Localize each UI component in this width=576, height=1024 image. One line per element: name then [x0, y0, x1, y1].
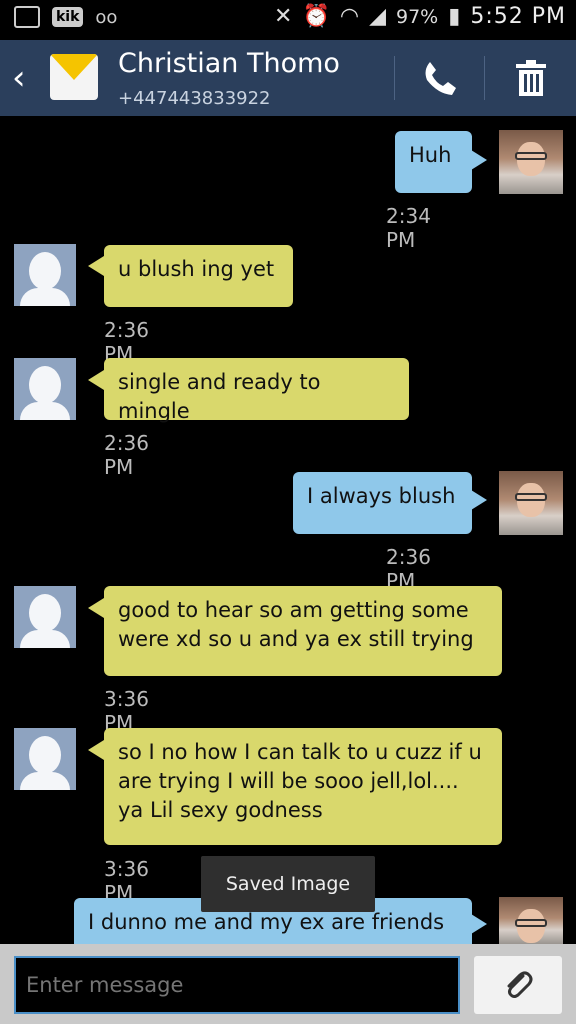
message-bubble[interactable]: Huh [395, 131, 472, 193]
kik-icon: kik [52, 7, 84, 27]
message-bubble[interactable]: I always blush [293, 472, 472, 534]
message-time: 2:34 PM [386, 204, 431, 252]
status-bar: kik oo ✕ ⏰ ◠ ◢ 97% ▮ 5:52 PM [0, 0, 576, 40]
phone-icon[interactable] [420, 58, 460, 98]
avatar [14, 244, 76, 306]
avatar [499, 130, 563, 194]
voicemail-icon: oo [95, 6, 118, 28]
avatar [499, 897, 563, 944]
toast-saved-image: Saved Image [201, 856, 375, 912]
contact-number: +447443833922 [118, 88, 271, 109]
paperclip-icon [507, 971, 533, 998]
attach-button[interactable] [474, 956, 562, 1014]
avatar [14, 358, 76, 420]
trash-icon[interactable] [512, 58, 550, 98]
signal-icon: ◢ [369, 4, 386, 29]
composer-bar [0, 944, 576, 1024]
avatar [14, 586, 76, 648]
status-time: 5:52 PM [470, 4, 566, 29]
battery-percent: 97% [396, 5, 439, 28]
message-bubble[interactable]: u blush ing yet [104, 245, 293, 307]
header-divider [484, 56, 485, 100]
gallery-icon [14, 6, 40, 28]
message-bubble[interactable]: single and ready to mingle [104, 358, 409, 423]
message-time: 2:36 PM [104, 431, 149, 479]
message-bubble[interactable]: good to hear so am getting some were xd … [104, 586, 502, 676]
alarm-icon: ⏰ [302, 4, 330, 29]
wifi-icon: ◠ [339, 4, 360, 29]
message-bubble[interactable]: so I no how I can talk to u cuzz if u ar… [104, 728, 502, 845]
contact-name: Christian Thomo [118, 48, 340, 79]
message-input[interactable] [14, 956, 460, 1014]
avatar [499, 471, 563, 535]
back-icon[interactable]: ‹ [12, 58, 26, 98]
envelope-icon [50, 54, 98, 100]
battery-icon: ▮ [448, 4, 461, 29]
mute-icon: ✕ [274, 4, 293, 29]
avatar [14, 728, 76, 790]
conversation-header: ‹ Christian Thomo +447443833922 [0, 40, 576, 116]
header-divider [394, 56, 395, 100]
